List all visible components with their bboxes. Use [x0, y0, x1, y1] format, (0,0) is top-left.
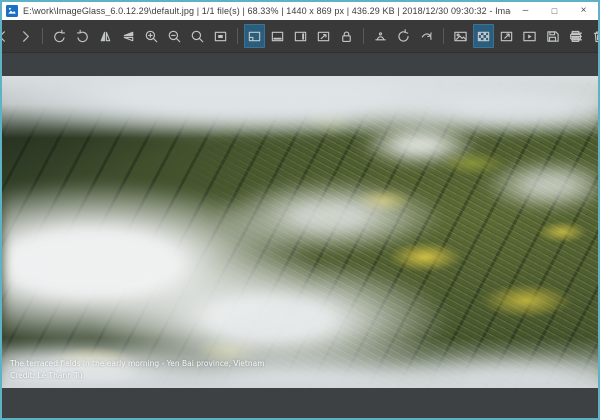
photo-fog-top — [2, 76, 598, 138]
image-canvas[interactable]: The terraced fields in the early morning… — [2, 53, 598, 418]
fullscreen-icon — [499, 29, 514, 44]
caption-line: The terraced fields in the early morning… — [10, 358, 265, 370]
picture-icon — [453, 29, 468, 44]
window-corner-icon — [247, 29, 262, 44]
rotate-clockwise-button[interactable] — [72, 24, 93, 48]
lock-icon — [339, 29, 354, 44]
chevron-left-icon — [0, 29, 10, 44]
previous-image-button[interactable] — [0, 24, 13, 48]
scale-to-height-button[interactable] — [290, 24, 311, 48]
window-height-icon — [293, 29, 308, 44]
curved-arrow-icon — [419, 29, 434, 44]
maximize-button[interactable]: □ — [540, 2, 569, 20]
refresh-button[interactable] — [393, 24, 414, 48]
slideshow-icon — [522, 29, 537, 44]
toolbar-divider — [363, 28, 364, 44]
window-width-icon — [270, 29, 285, 44]
actual-size-button[interactable] — [187, 24, 208, 48]
flip-horizontal-icon — [98, 29, 113, 44]
window-controls: – □ × — [511, 2, 598, 20]
magnifier-minus-icon — [167, 29, 182, 44]
delete-image-button[interactable] — [588, 24, 600, 48]
window-filled-box-icon — [213, 29, 228, 44]
auto-zoom-button[interactable] — [244, 24, 265, 48]
scale-to-fit-button[interactable] — [210, 24, 231, 48]
slideshow-button[interactable] — [519, 24, 540, 48]
hamburger-icon — [569, 29, 584, 44]
window-title: E:\work\ImageGlass_6.0.12.29\default.jpg… — [23, 6, 511, 16]
rotate-left-icon — [52, 29, 67, 44]
window-adapt-image-button[interactable] — [313, 24, 334, 48]
toolbar-menu-area — [565, 24, 588, 49]
scale-to-width-button[interactable] — [267, 24, 288, 48]
goto-page-button[interactable] — [416, 24, 437, 48]
flip-horizontal-button[interactable] — [95, 24, 116, 48]
chevron-right-icon — [18, 29, 33, 44]
floppy-icon — [545, 29, 560, 44]
lock-zoom-ratio-button[interactable] — [336, 24, 357, 48]
close-button[interactable]: × — [569, 2, 598, 20]
magnifier-plus-icon — [144, 29, 159, 44]
next-image-button[interactable] — [15, 24, 36, 48]
zoom-out-button[interactable] — [164, 24, 185, 48]
trash-icon — [591, 29, 600, 44]
caption-credit: Credit: Lê Thanh Tú — [10, 370, 265, 382]
flip-vertical-icon — [121, 29, 136, 44]
magnifier-icon — [190, 29, 205, 44]
toolbar-divider — [237, 28, 238, 44]
main-menu-button[interactable] — [566, 24, 587, 48]
toolbar-buttons — [0, 24, 600, 48]
rotate-right-icon — [75, 29, 90, 44]
full-screen-button[interactable] — [496, 24, 517, 48]
window-arrow-icon — [316, 29, 331, 44]
edit-image-button[interactable] — [370, 24, 391, 48]
toolbar-divider — [443, 28, 444, 44]
checkerboard-background-button[interactable] — [473, 24, 494, 48]
rotate-counterclockwise-button[interactable] — [49, 24, 70, 48]
photo[interactable]: The terraced fields in the early morning… — [2, 76, 598, 388]
save-image-button[interactable] — [542, 24, 563, 48]
minimize-button[interactable]: – — [511, 2, 540, 20]
checkerboard-icon — [476, 29, 491, 44]
thumbnail-panel-button[interactable] — [450, 24, 471, 48]
toolbar-divider — [42, 28, 43, 44]
photo-caption: The terraced fields in the early morning… — [10, 358, 265, 382]
titlebar: E:\work\ImageGlass_6.0.12.29\default.jpg… — [2, 2, 598, 20]
flip-vertical-button[interactable] — [118, 24, 139, 48]
imageglass-logo-icon — [6, 5, 18, 17]
refresh-icon — [396, 29, 411, 44]
edit-icon — [373, 29, 388, 44]
zoom-in-button[interactable] — [141, 24, 162, 48]
imageglass-window: E:\work\ImageGlass_6.0.12.29\default.jpg… — [0, 0, 600, 420]
toolbar — [2, 20, 598, 53]
